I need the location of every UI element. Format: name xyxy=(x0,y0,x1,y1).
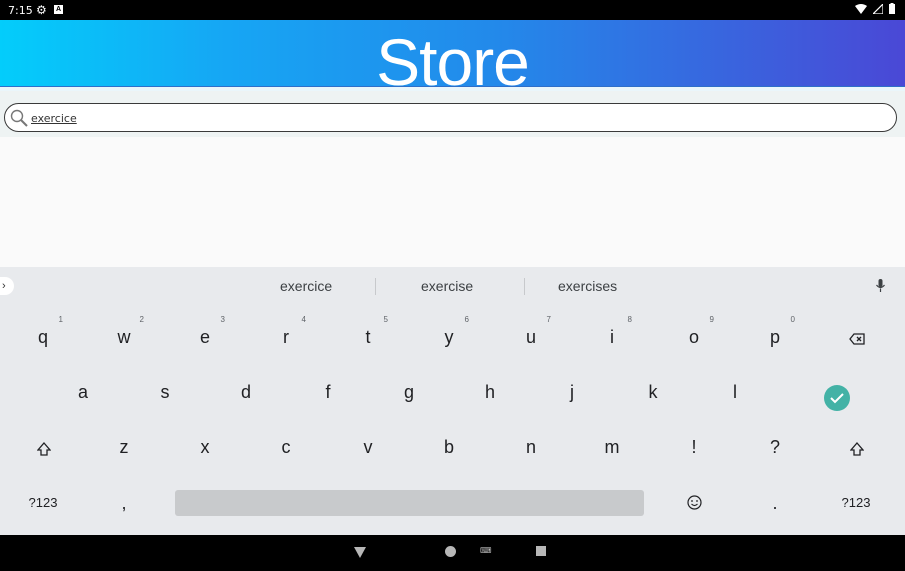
emoji-key[interactable] xyxy=(654,471,734,526)
backspace-icon xyxy=(849,333,865,345)
gear-icon: ⚙ xyxy=(36,3,47,17)
keyboard-switch-icon[interactable]: ⌨ xyxy=(480,546,492,555)
key-c[interactable]: c xyxy=(246,415,326,470)
key-question[interactable]: ? xyxy=(735,415,815,470)
chevron-right-icon[interactable]: › xyxy=(0,277,14,295)
backspace-key[interactable] xyxy=(816,305,896,360)
key-s[interactable]: s xyxy=(125,360,205,415)
soft-keyboard: q1 w2 e3 r4 t5 y6 u7 i8 o9 p0 a s d f g … xyxy=(0,305,905,535)
key-r[interactable]: r4 xyxy=(246,305,326,360)
key-l[interactable]: l xyxy=(695,360,775,415)
key-d[interactable]: d xyxy=(206,360,286,415)
mic-icon[interactable] xyxy=(876,279,885,292)
symbols-key-right[interactable]: ?123 xyxy=(816,471,896,526)
suggestion-divider xyxy=(524,278,525,295)
suggestion-divider xyxy=(375,278,376,295)
key-t[interactable]: t5 xyxy=(328,305,408,360)
suggestion-item[interactable]: exercice xyxy=(280,278,332,294)
status-bar: 7:15 ⚙ A xyxy=(0,0,905,20)
shift-icon xyxy=(37,442,51,456)
key-y[interactable]: y6 xyxy=(409,305,489,360)
key-i[interactable]: i8 xyxy=(572,305,652,360)
key-a[interactable]: a xyxy=(43,360,123,415)
key-h[interactable]: h xyxy=(450,360,530,415)
search-input[interactable]: exercice xyxy=(4,103,897,132)
key-w[interactable]: w2 xyxy=(84,305,164,360)
shift-key[interactable] xyxy=(3,415,83,470)
suggestion-strip: › exercice exercise exercises xyxy=(0,267,905,305)
check-icon xyxy=(830,393,844,404)
nav-bar: ⌨ xyxy=(0,535,905,571)
battery-icon xyxy=(889,3,895,14)
key-q[interactable]: q1 xyxy=(3,305,83,360)
key-exclamation[interactable]: ! xyxy=(654,415,734,470)
key-f[interactable]: f xyxy=(288,360,368,415)
suggestion-item[interactable]: exercise xyxy=(421,278,473,294)
key-g[interactable]: g xyxy=(369,360,449,415)
back-icon[interactable] xyxy=(354,547,366,558)
wifi-icon xyxy=(855,3,867,14)
a-icon: A xyxy=(54,5,63,14)
key-comma[interactable]: , xyxy=(84,471,164,526)
enter-key[interactable] xyxy=(824,385,850,411)
key-n[interactable]: n xyxy=(491,415,571,470)
recents-icon[interactable] xyxy=(536,546,546,556)
key-b[interactable]: b xyxy=(409,415,489,470)
page-title: Store xyxy=(376,25,530,86)
emoji-icon xyxy=(687,495,702,510)
suggestion-item[interactable]: exercises xyxy=(558,278,617,294)
key-x[interactable]: x xyxy=(165,415,245,470)
store-header: Store xyxy=(0,20,905,86)
key-k[interactable]: k xyxy=(613,360,693,415)
signal-icon xyxy=(873,3,883,14)
key-z[interactable]: z xyxy=(84,415,164,470)
search-icon xyxy=(10,109,28,127)
key-m[interactable]: m xyxy=(572,415,652,470)
symbols-key[interactable]: ?123 xyxy=(3,471,83,526)
key-p[interactable]: p0 xyxy=(735,305,815,360)
key-e[interactable]: e3 xyxy=(165,305,245,360)
key-u[interactable]: u7 xyxy=(491,305,571,360)
key-o[interactable]: o9 xyxy=(654,305,734,360)
key-j[interactable]: j xyxy=(532,360,612,415)
results-area xyxy=(0,137,905,267)
status-icons xyxy=(855,3,895,14)
search-query[interactable]: exercice xyxy=(31,112,77,125)
search-area: exercice xyxy=(0,91,905,137)
status-time: 7:15 xyxy=(8,4,33,17)
key-period[interactable]: . xyxy=(735,471,815,526)
shift-key-right[interactable] xyxy=(816,415,896,470)
shift-icon xyxy=(850,442,864,456)
home-icon[interactable] xyxy=(445,546,456,557)
space-bar[interactable] xyxy=(175,490,644,516)
key-v[interactable]: v xyxy=(328,415,408,470)
